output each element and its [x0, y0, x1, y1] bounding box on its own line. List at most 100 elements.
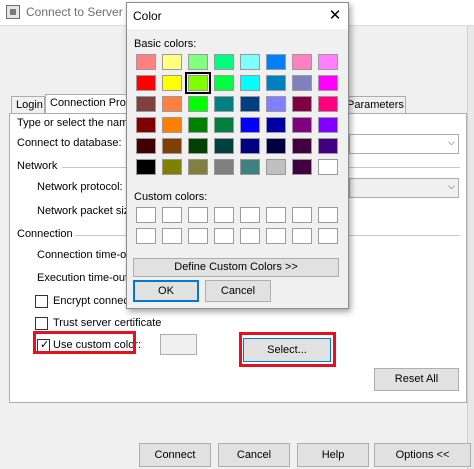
reset-all-button[interactable]: Reset All	[374, 368, 459, 391]
custom-color-swatch[interactable]	[292, 228, 312, 244]
chevron-down-icon: ⌵	[448, 181, 455, 191]
basic-color-swatch[interactable]	[266, 159, 286, 175]
basic-color-swatch[interactable]	[214, 75, 234, 91]
basic-color-swatch[interactable]	[292, 117, 312, 133]
cancel-button[interactable]: Cancel	[218, 443, 290, 467]
basic-color-swatch[interactable]	[214, 117, 234, 133]
close-icon[interactable]: ✕	[325, 6, 345, 24]
custom-color-swatch[interactable]	[292, 207, 312, 223]
ok-button[interactable]: OK	[133, 280, 199, 302]
basic-color-swatch[interactable]	[266, 75, 286, 91]
basic-color-swatch[interactable]	[185, 72, 211, 94]
type-select-label: Type or select the nam	[17, 117, 129, 129]
custom-color-swatch[interactable]	[188, 207, 208, 223]
basic-color-swatch[interactable]	[318, 54, 338, 70]
basic-color-swatch[interactable]	[266, 117, 286, 133]
network-protocol-label: Network protocol:	[37, 181, 123, 193]
basic-color-swatch[interactable]	[162, 138, 182, 154]
help-button[interactable]: Help	[297, 443, 369, 467]
basic-color-swatch[interactable]	[214, 54, 234, 70]
trust-certificate-label: Trust server certificate	[53, 317, 162, 329]
execution-timeout-label: Execution time-out:	[37, 272, 132, 284]
dialog-title: Color	[133, 9, 162, 23]
network-heading: Network	[17, 160, 58, 172]
custom-color-swatch[interactable]	[136, 207, 156, 223]
basic-color-swatch[interactable]	[240, 75, 260, 91]
custom-color-swatch[interactable]	[188, 228, 208, 244]
basic-color-swatch[interactable]	[240, 159, 260, 175]
network-protocol-combo[interactable]: ⌵	[349, 178, 459, 198]
basic-color-swatch[interactable]	[136, 117, 156, 133]
connection-timeout-label: Connection time-ou	[37, 249, 133, 261]
window-edge	[467, 26, 474, 469]
tab-connection-properties[interactable]: Connection Prope	[45, 94, 131, 114]
basic-color-swatch[interactable]	[188, 117, 208, 133]
basic-color-swatch[interactable]	[214, 96, 234, 112]
basic-color-swatch[interactable]	[136, 159, 156, 175]
basic-color-swatch[interactable]	[188, 54, 208, 70]
basic-color-swatch[interactable]	[162, 159, 182, 175]
basic-color-swatch[interactable]	[318, 138, 338, 154]
basic-color-swatch[interactable]	[318, 75, 338, 91]
basic-color-swatch[interactable]	[292, 54, 312, 70]
basic-color-swatch[interactable]	[136, 75, 156, 91]
basic-color-swatch[interactable]	[136, 96, 156, 112]
encrypt-label: Encrypt connect	[53, 295, 132, 307]
basic-color-swatch[interactable]	[292, 138, 312, 154]
encrypt-checkbox[interactable]	[35, 295, 48, 308]
basic-color-swatch[interactable]	[240, 117, 260, 133]
window-title: Connect to Server	[26, 5, 123, 19]
custom-color-swatch[interactable]	[240, 228, 260, 244]
custom-colors-label: Custom colors:	[134, 191, 208, 203]
options-button[interactable]: Options <<	[374, 443, 471, 467]
basic-color-swatch[interactable]	[292, 159, 312, 175]
basic-color-swatch[interactable]	[292, 75, 312, 91]
basic-color-swatch[interactable]	[240, 96, 260, 112]
basic-color-swatch[interactable]	[240, 54, 260, 70]
basic-color-swatch[interactable]	[214, 159, 234, 175]
basic-color-swatch[interactable]	[240, 138, 260, 154]
custom-color-swatch[interactable]	[240, 207, 260, 223]
custom-color-swatch[interactable]	[162, 228, 182, 244]
basic-color-swatch[interactable]	[162, 54, 182, 70]
custom-color-swatch[interactable]	[162, 207, 182, 223]
custom-colors-grid	[136, 207, 344, 247]
basic-color-swatch[interactable]	[214, 138, 234, 154]
basic-color-swatch[interactable]	[266, 138, 286, 154]
tab-parameters[interactable]: Parameters	[342, 96, 406, 113]
custom-color-swatch[interactable]	[266, 207, 286, 223]
basic-color-swatch[interactable]	[162, 117, 182, 133]
define-custom-colors-button[interactable]: Define Custom Colors >>	[133, 258, 339, 277]
packet-size-label: Network packet siz	[37, 205, 130, 217]
basic-colors-grid	[136, 54, 344, 176]
color-dialog: Color ✕ Basic colors: Custom colors: Def…	[126, 2, 349, 309]
custom-color-swatch[interactable]	[318, 228, 338, 244]
basic-color-swatch[interactable]	[266, 96, 286, 112]
basic-color-swatch[interactable]	[136, 138, 156, 154]
basic-color-swatch[interactable]	[162, 75, 182, 91]
custom-color-swatch[interactable]	[136, 228, 156, 244]
tab-login[interactable]: Login	[11, 96, 45, 113]
custom-color-swatch[interactable]	[266, 228, 286, 244]
basic-colors-label: Basic colors:	[134, 38, 197, 50]
custom-color-swatch[interactable]	[214, 228, 234, 244]
highlight-box	[239, 332, 336, 367]
basic-color-swatch[interactable]	[318, 159, 338, 175]
basic-color-swatch[interactable]	[318, 96, 338, 112]
custom-color-swatch[interactable]	[214, 207, 234, 223]
custom-color-swatch[interactable]	[318, 207, 338, 223]
basic-color-swatch[interactable]	[162, 96, 182, 112]
connect-database-combo[interactable]: ⌵	[349, 134, 459, 154]
basic-color-swatch[interactable]	[292, 96, 312, 112]
basic-color-swatch[interactable]	[136, 54, 156, 70]
basic-color-swatch[interactable]	[318, 117, 338, 133]
trust-certificate-checkbox[interactable]	[35, 317, 48, 330]
basic-color-swatch[interactable]	[266, 54, 286, 70]
basic-color-swatch[interactable]	[188, 138, 208, 154]
connection-heading: Connection	[17, 228, 73, 240]
connect-button[interactable]: Connect	[139, 443, 211, 467]
custom-color-preview	[160, 334, 197, 355]
basic-color-swatch[interactable]	[188, 159, 208, 175]
basic-color-swatch[interactable]	[188, 96, 208, 112]
cancel-button[interactable]: Cancel	[205, 280, 271, 302]
